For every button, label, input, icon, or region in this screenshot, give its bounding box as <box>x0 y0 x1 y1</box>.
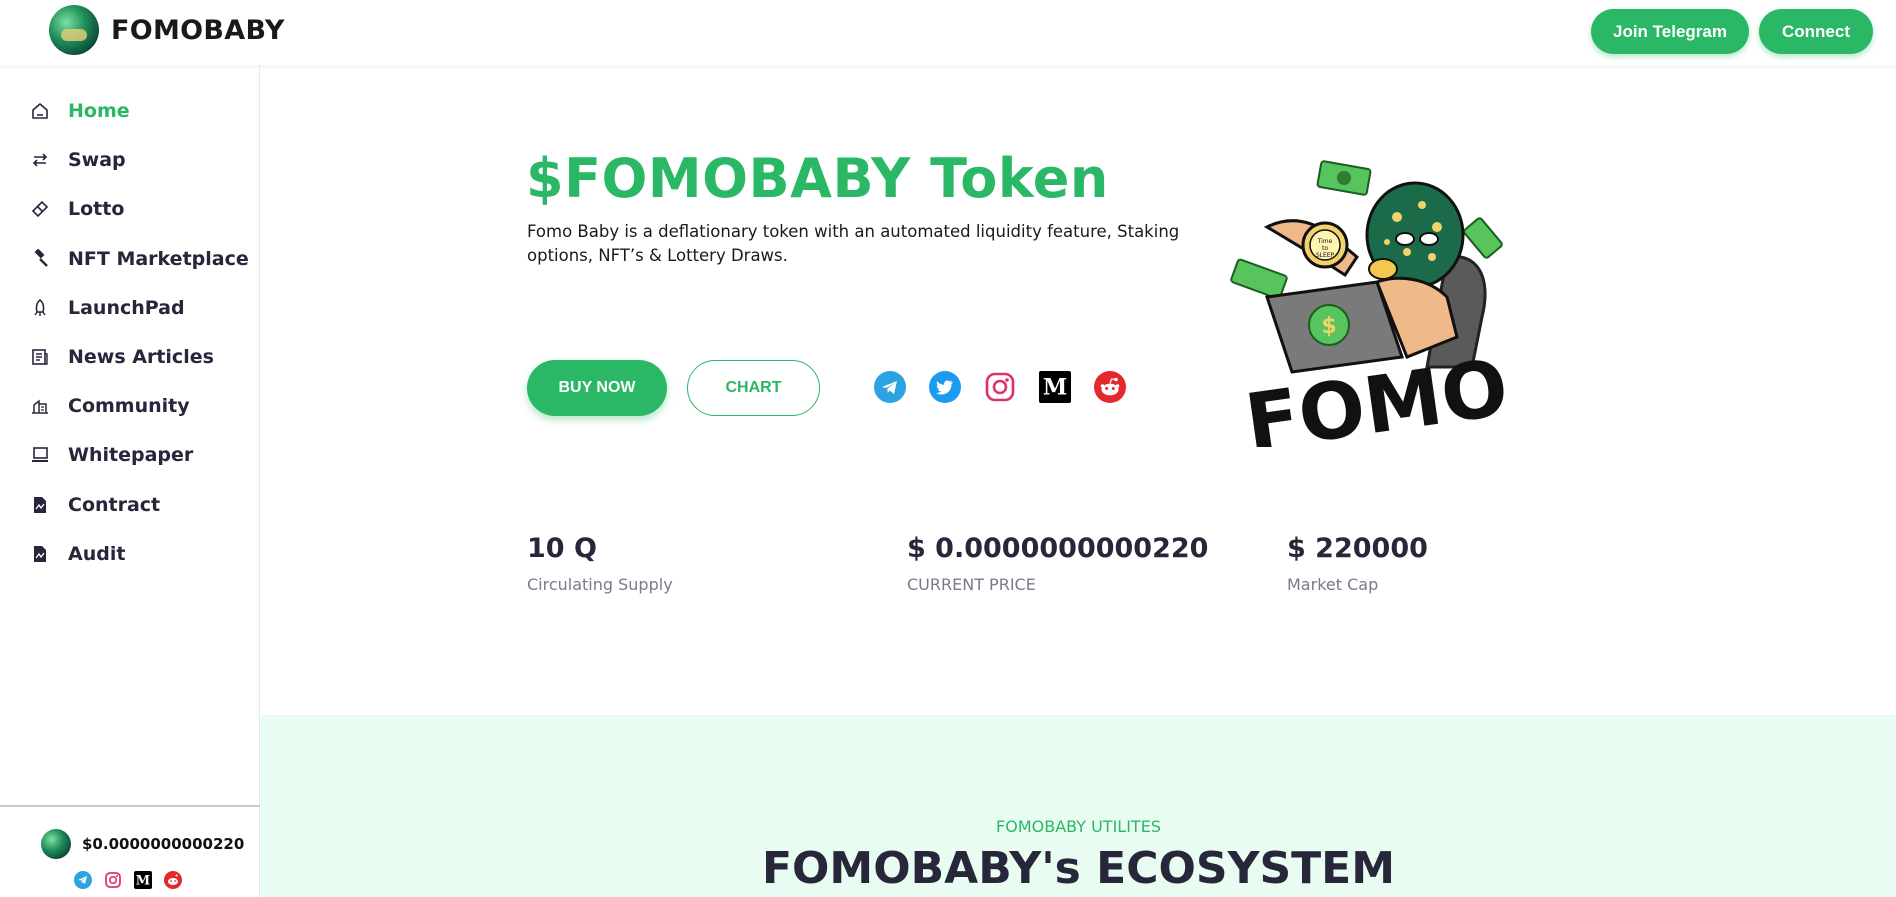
hero-socials: M <box>874 371 1126 403</box>
stat-value: 10 Q <box>527 533 597 564</box>
sidebar-item-lotto[interactable]: Lotto <box>30 193 124 225</box>
stat-label: Market Cap <box>1287 575 1379 594</box>
stat-market-cap: $ 220000 Market Cap <box>1287 533 1428 594</box>
stat-circulating-supply: 10 Q Circulating Supply <box>527 533 673 594</box>
sidebar-item-nft-marketplace[interactable]: NFT Marketplace <box>30 243 249 275</box>
community-icon <box>30 396 50 416</box>
swap-icon <box>30 150 50 170</box>
gavel-icon <box>30 249 50 269</box>
sidebar-item-label: News Articles <box>68 346 214 368</box>
brand[interactable]: FOMOBABY <box>49 5 285 55</box>
money-bill-icon <box>1230 258 1288 300</box>
money-bill-icon <box>1316 160 1372 196</box>
reddit-icon[interactable] <box>164 871 182 889</box>
sidebar-item-home[interactable]: Home <box>30 95 130 127</box>
ecosystem-section: FOMOBABY UTILITES FOMOBABY's ECOSYSTEM <box>261 715 1896 897</box>
sidebar-item-news-articles[interactable]: News Articles <box>30 341 214 373</box>
telegram-icon[interactable] <box>74 871 92 889</box>
token-price: $0.0000000000220 <box>41 829 244 859</box>
medium-icon[interactable]: M <box>134 871 152 889</box>
sidebar-item-community[interactable]: Community <box>30 390 190 422</box>
sidebar-item-contract[interactable]: Contract <box>30 489 160 521</box>
stat-current-price: $ 0.0000000000220 CURRENT PRICE <box>907 533 1208 594</box>
home-icon <box>30 101 50 121</box>
sidebar: Home Swap Lotto NFT Marketplace LaunchPa… <box>0 65 260 897</box>
sidebar-item-label: Lotto <box>68 198 125 220</box>
token-price-value: $0.0000000000220 <box>82 835 245 853</box>
sidebar-item-label: Whitepaper <box>68 444 194 466</box>
newspaper-icon <box>30 347 50 367</box>
medium-icon[interactable]: M <box>1039 371 1071 403</box>
sidebar-item-label: LaunchPad <box>68 297 185 319</box>
chart-button[interactable]: CHART <box>687 360 820 416</box>
rocket-icon <box>30 298 50 318</box>
sidebar-item-launchpad[interactable]: LaunchPad <box>30 292 185 324</box>
sidebar-socials: M <box>74 871 182 889</box>
sidebar-item-swap[interactable]: Swap <box>30 144 126 176</box>
svg-text:$: $ <box>1321 314 1336 339</box>
stat-value: $ 220000 <box>1287 533 1428 564</box>
ecosystem-title: FOMOBABY's ECOSYSTEM <box>761 843 1396 894</box>
reddit-icon[interactable] <box>1094 371 1126 403</box>
money-bill-icon <box>1463 217 1503 259</box>
instagram-icon[interactable] <box>984 371 1016 403</box>
sidebar-item-label: NFT Marketplace <box>68 248 249 270</box>
stat-label: Circulating Supply <box>527 575 673 594</box>
sidebar-item-label: Audit <box>68 543 126 565</box>
fomobaby-logo <box>49 5 99 55</box>
sidebar-item-label: Community <box>68 395 190 417</box>
connect-button[interactable]: Connect <box>1759 9 1873 54</box>
svg-text:to: to <box>1322 245 1328 252</box>
stat-value: $ 0.0000000000220 <box>907 533 1209 564</box>
top-header: FOMOBABY Join Telegram Connect <box>0 0 1896 65</box>
svg-text:Time: Time <box>1317 238 1333 245</box>
twitter-icon[interactable] <box>929 371 961 403</box>
fomobaby-logo <box>41 829 71 859</box>
hero-title: $FOMOBABY Token <box>526 147 1109 210</box>
document-icon <box>30 544 50 564</box>
document-icon <box>30 495 50 515</box>
fomo-mascot-illustration: Time to SLEEP $ FOMO <box>1230 160 1514 447</box>
laptop-icon <box>30 445 50 465</box>
main-content: $FOMOBABY Token Fomo Baby is a deflation… <box>261 65 1896 897</box>
buy-now-button[interactable]: BUY NOW <box>527 360 667 416</box>
telegram-icon[interactable] <box>874 371 906 403</box>
ecosystem-kicker: FOMOBABY UTILITES <box>996 817 1161 836</box>
sidebar-footer: $0.0000000000220 M <box>0 805 260 897</box>
sidebar-item-label: Contract <box>68 494 161 516</box>
sidebar-item-whitepaper[interactable]: Whitepaper <box>30 439 193 471</box>
stat-label: CURRENT PRICE <box>907 575 1036 594</box>
join-telegram-button[interactable]: Join Telegram <box>1591 9 1749 54</box>
svg-text:M: M <box>136 874 150 889</box>
svg-text:M: M <box>1043 375 1067 401</box>
sidebar-item-audit[interactable]: Audit <box>30 538 125 570</box>
instagram-icon[interactable] <box>104 871 122 889</box>
hero-description: Fomo Baby is a deflationary token with a… <box>527 222 1180 265</box>
brand-name: FOMOBABY <box>111 14 285 46</box>
sidebar-item-label: Swap <box>68 149 126 171</box>
ticket-icon <box>30 199 50 219</box>
sidebar-item-label: Home <box>68 100 130 122</box>
svg-text:SLEEP: SLEEP <box>1316 252 1335 259</box>
